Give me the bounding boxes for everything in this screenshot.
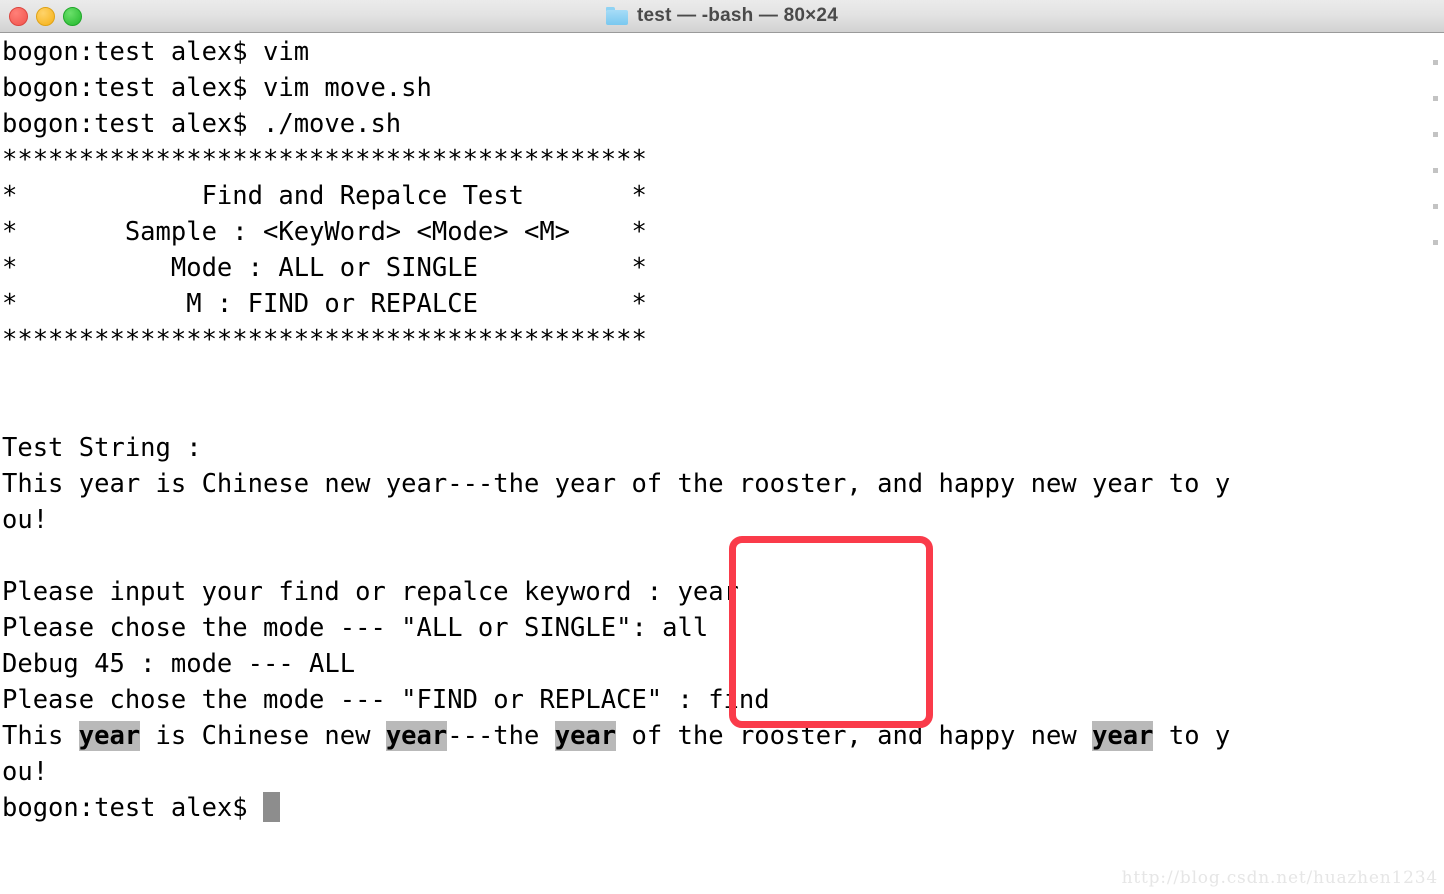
minimize-button[interactable] [36, 6, 55, 26]
terminal-line: Please chose the mode --- "ALL or SINGLE… [2, 613, 709, 643]
line-text: is Chinese new [140, 721, 386, 751]
terminal-line: * Mode : ALL or SINGLE * [2, 253, 647, 283]
terminal-line: Please input your find or repalce keywor… [2, 577, 739, 607]
terminal-line: ****************************************… [2, 145, 647, 175]
line-mark [1433, 132, 1438, 137]
close-button[interactable] [9, 6, 28, 26]
terminal-line: ou! [2, 757, 49, 787]
folder-icon [606, 7, 629, 25]
match-highlight: year [554, 721, 617, 751]
match-highlight: year [385, 721, 448, 751]
terminal-line: This year is Chinese new year---the year… [2, 469, 1231, 499]
window-title: test — -bash — 80×24 [637, 5, 838, 26]
terminal-prompt-line[interactable]: bogon:test alex$ [2, 790, 1230, 826]
line-text: ---the [447, 721, 555, 751]
line-text: of the rooster, and happy new [616, 721, 1093, 751]
line-text: This [2, 721, 79, 751]
window-controls [9, 0, 82, 32]
line-mark [1433, 168, 1438, 173]
text-cursor [263, 792, 280, 822]
terminal-line: * M : FIND or REPALCE * [2, 289, 647, 319]
maximize-button[interactable] [63, 6, 82, 26]
watermark-text: http://blog.csdn.net/huazhen1234 [1121, 868, 1438, 888]
title-group: test — -bash — 80×24 [606, 0, 838, 32]
terminal-line: Please chose the mode --- "FIND or REPLA… [2, 685, 770, 715]
match-highlight: year [78, 721, 141, 751]
terminal-line: bogon:test alex$ ./move.sh [2, 109, 402, 139]
shell-prompt: bogon:test alex$ [2, 793, 263, 823]
title-bar[interactable]: test — -bash — 80×24 [0, 0, 1444, 33]
terminal-line: ****************************************… [2, 325, 647, 355]
terminal-screen[interactable]: bogon:test alex$ vim bogon:test alex$ vim… [2, 34, 1230, 826]
line-mark [1433, 240, 1438, 245]
line-mark [1433, 204, 1438, 209]
line-marks [1430, 34, 1438, 894]
terminal-line-highlighted: This year is Chinese new year---the year… [2, 718, 1230, 754]
terminal-line: * Find and Repalce Test * [2, 181, 647, 211]
line-mark [1433, 96, 1438, 101]
terminal-line: bogon:test alex$ vim [2, 37, 310, 67]
terminal-line: ou! [2, 505, 49, 535]
line-mark [1433, 60, 1438, 65]
terminal-line: * Sample : <KeyWord> <Mode> <M> * [2, 217, 647, 247]
line-text: to y [1153, 721, 1231, 751]
terminal-line: bogon:test alex$ vim move.sh [2, 73, 432, 103]
match-highlight: year [1092, 721, 1154, 751]
terminal-line: Debug 45 : mode --- ALL [2, 649, 356, 679]
terminal-output-area[interactable]: bogon:test alex$ vim bogon:test alex$ vim… [0, 34, 1444, 894]
terminal-line: Test String : [2, 433, 202, 463]
terminal-window: test — -bash — 80×24 bogon:test alex$ vi… [0, 0, 1444, 894]
